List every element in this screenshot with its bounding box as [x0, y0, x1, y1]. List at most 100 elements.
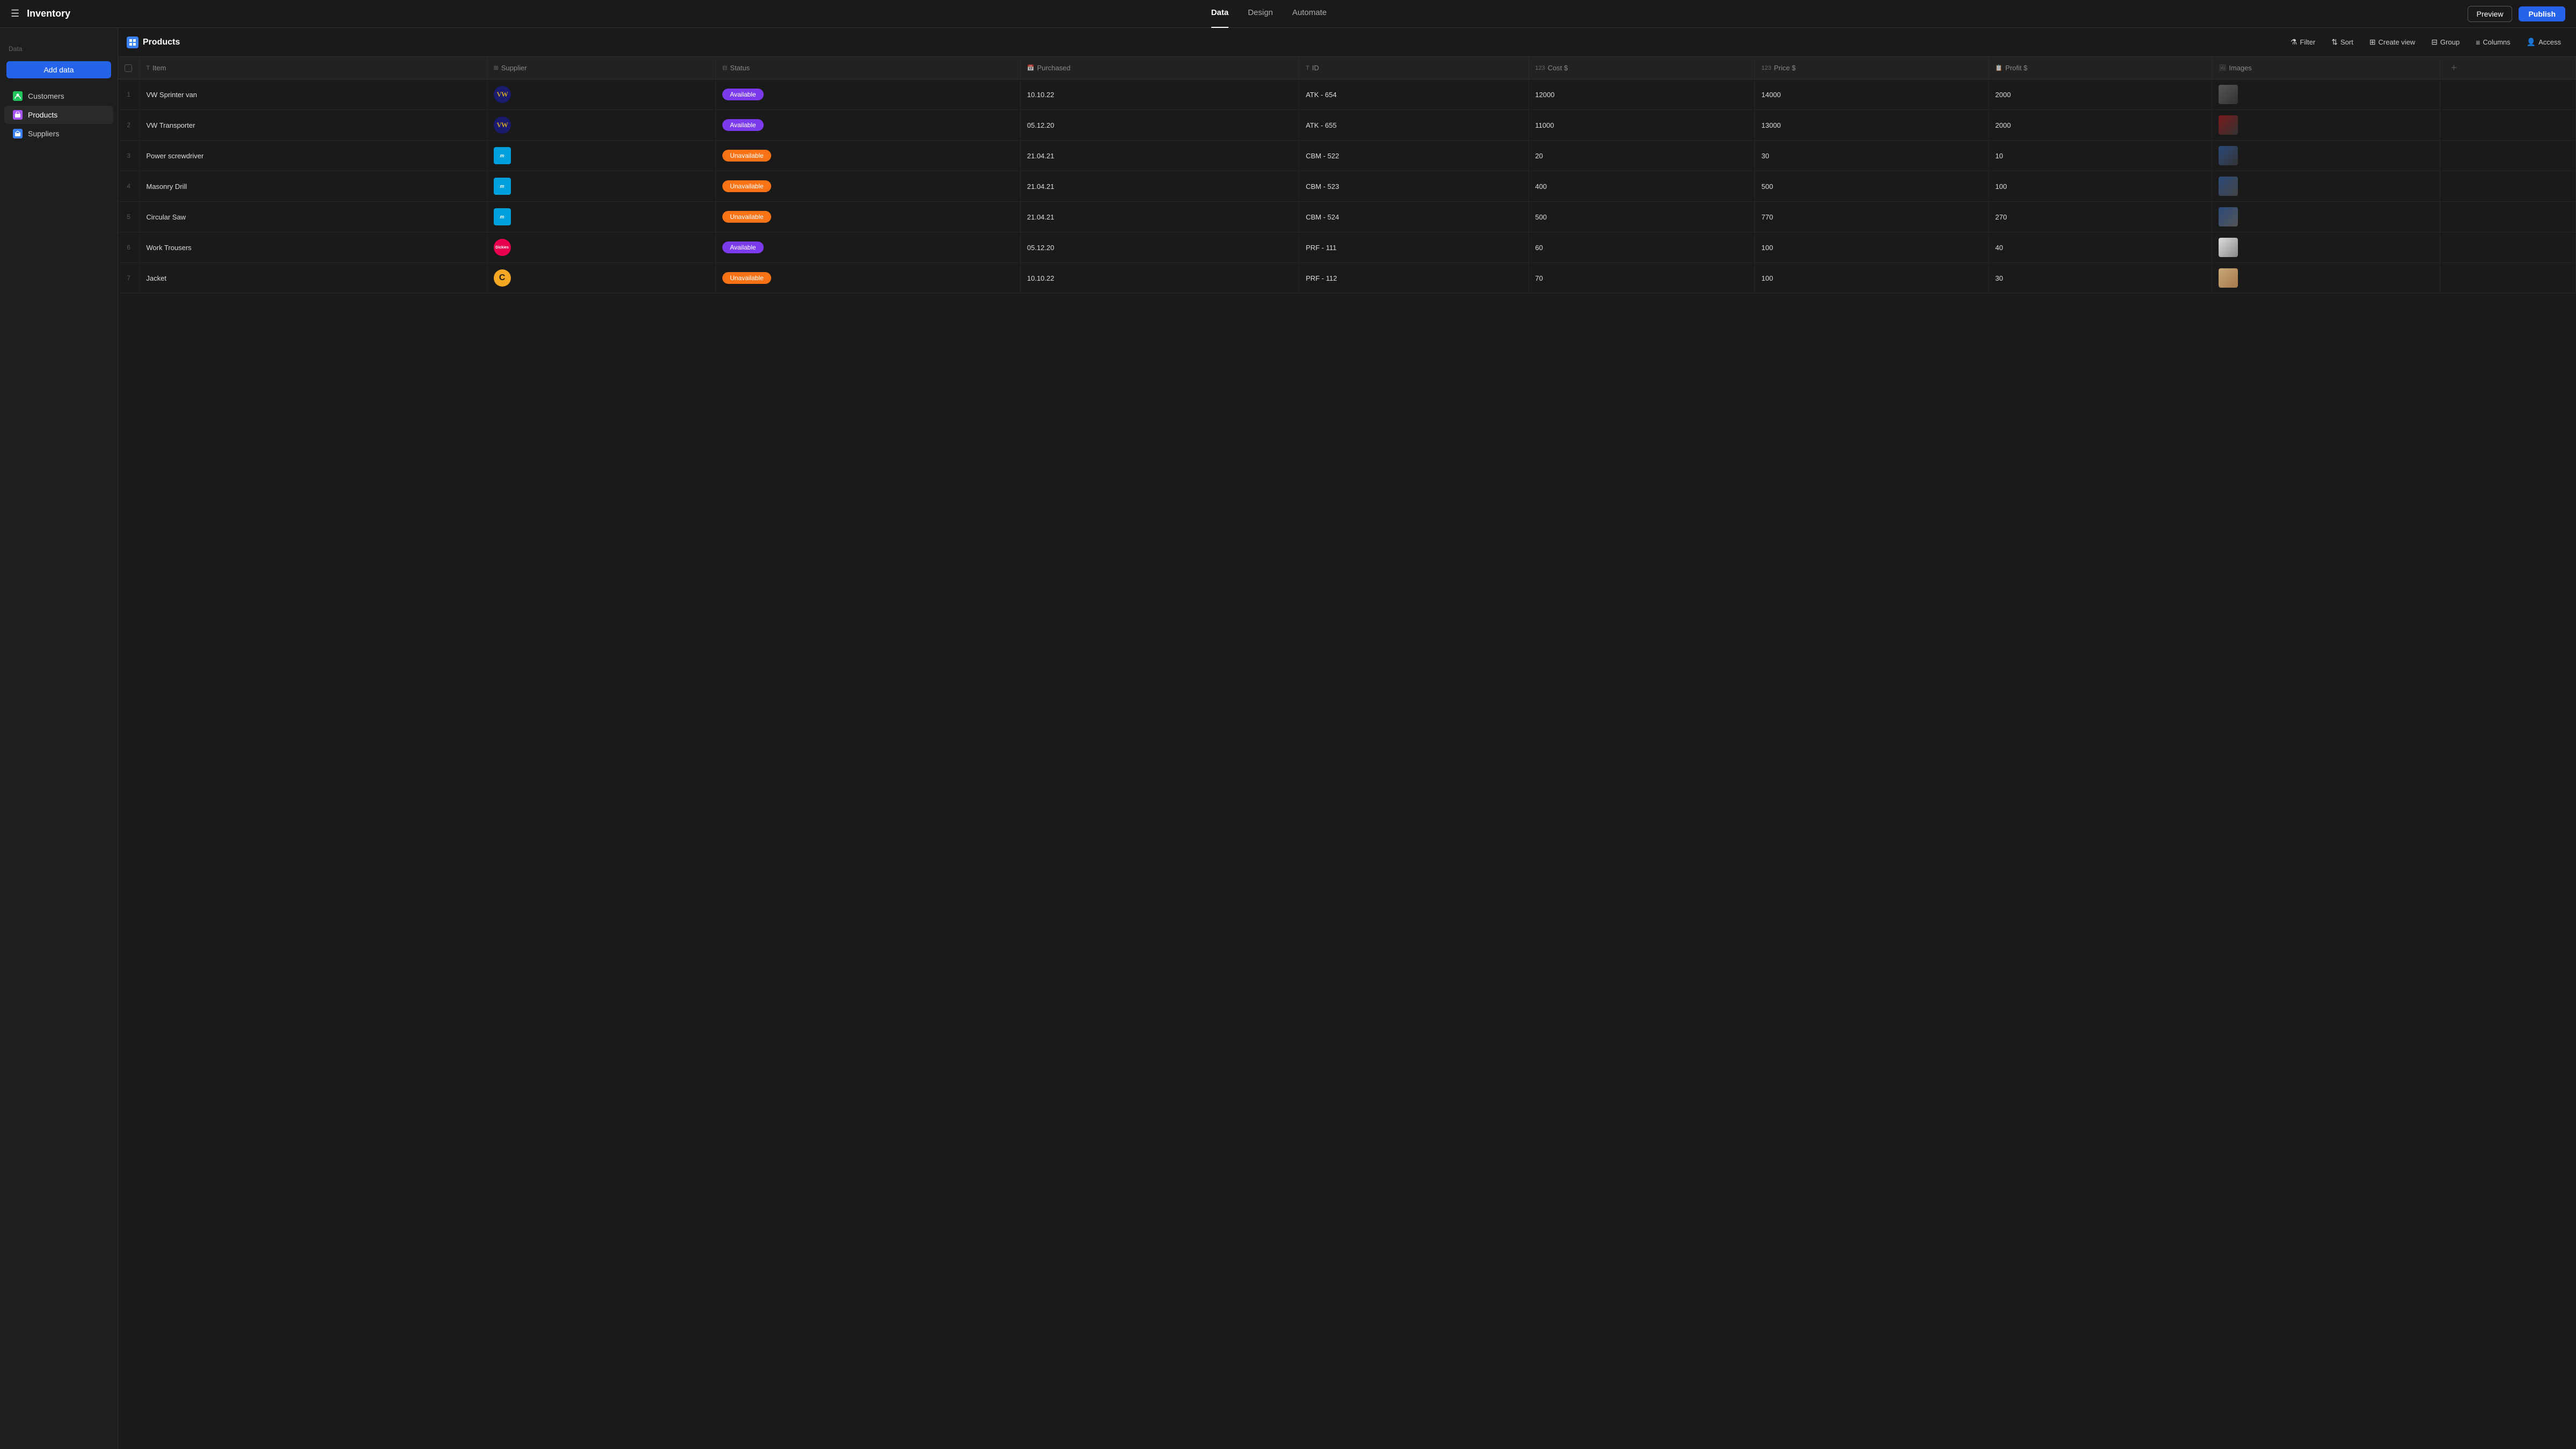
- col-header-purchased[interactable]: 📅 Purchased: [1020, 57, 1299, 79]
- cell-item[interactable]: Jacket: [140, 263, 487, 294]
- topbar-right: Preview Publish: [2468, 6, 2565, 22]
- id-col-icon: T: [1306, 65, 1309, 71]
- supplier-logo: m: [494, 147, 511, 164]
- table-row: 6 Work Trousers Dickies Available 05.12.…: [118, 232, 2576, 263]
- col-header-profit[interactable]: 📋 Profit $: [1988, 57, 2212, 79]
- tab-automate[interactable]: Automate: [1292, 8, 1327, 19]
- col-header-status[interactable]: ⊟ Status: [716, 57, 1021, 79]
- cell-cost: 400: [1528, 171, 1755, 202]
- cell-item[interactable]: VW Sprinter van: [140, 79, 487, 110]
- app-title: Inventory: [27, 8, 70, 19]
- cell-supplier: VW: [487, 79, 715, 110]
- cell-images: [2212, 263, 2440, 294]
- toolbar-actions: ⚗ Filter ⇅ Sort ⊞ Create view ⊟ Group ≡: [2284, 34, 2567, 50]
- col-header-supplier[interactable]: ⊞ Supplier: [487, 57, 715, 79]
- cell-extra: [2440, 202, 2576, 232]
- image-thumbnail: [2219, 177, 2238, 196]
- cell-cost: 70: [1528, 263, 1755, 294]
- cell-id: ATK - 654: [1299, 79, 1528, 110]
- add-column-button[interactable]: +: [2447, 62, 2461, 74]
- col-header-add[interactable]: +: [2440, 57, 2576, 79]
- cell-cost: 500: [1528, 202, 1755, 232]
- cell-item[interactable]: VW Transporter: [140, 110, 487, 141]
- col-header-item[interactable]: T Item: [140, 57, 487, 79]
- cell-supplier: m: [487, 171, 715, 202]
- cell-cost: 60: [1528, 232, 1755, 263]
- cost-col-icon: 123: [1535, 65, 1545, 71]
- cell-profit: 2000: [1988, 110, 2212, 141]
- cell-status: Unavailable: [716, 141, 1021, 171]
- row-number: 7: [118, 263, 140, 294]
- cell-cost: 12000: [1528, 79, 1755, 110]
- cell-profit: 10: [1988, 141, 2212, 171]
- cell-status: Available: [716, 79, 1021, 110]
- cell-status: Unavailable: [716, 202, 1021, 232]
- sort-icon: ⇅: [2331, 38, 2338, 47]
- access-button[interactable]: 👤 Access: [2520, 34, 2567, 50]
- status-badge: Unavailable: [722, 180, 771, 192]
- checkbox-header: [118, 57, 140, 79]
- cell-id: CBM - 522: [1299, 141, 1528, 171]
- image-thumbnail: [2219, 268, 2238, 288]
- cell-status: Unavailable: [716, 263, 1021, 294]
- layout: Data Add data Customers Products: [0, 28, 2576, 1449]
- image-thumbnail: [2219, 85, 2238, 104]
- cell-item[interactable]: Masonry Drill: [140, 171, 487, 202]
- cell-item[interactable]: Work Trousers: [140, 232, 487, 263]
- cell-supplier: m: [487, 202, 715, 232]
- columns-button[interactable]: ≡ Columns: [2469, 35, 2516, 50]
- preview-button[interactable]: Preview: [2468, 6, 2513, 22]
- group-button[interactable]: ⊟ Group: [2425, 34, 2466, 50]
- cell-id: CBM - 524: [1299, 202, 1528, 232]
- cell-supplier: C: [487, 263, 715, 294]
- col-header-cost[interactable]: 123 Cost $: [1528, 57, 1755, 79]
- create-view-icon: ⊞: [2369, 38, 2376, 47]
- topbar-left: ☰ Inventory: [11, 8, 70, 19]
- cell-status: Available: [716, 110, 1021, 141]
- customers-icon: [13, 91, 23, 101]
- suppliers-label: Suppliers: [28, 129, 59, 138]
- table-title: Products: [143, 38, 180, 47]
- cell-price: 770: [1755, 202, 1989, 232]
- cell-id: ATK - 655: [1299, 110, 1528, 141]
- cell-item[interactable]: Circular Saw: [140, 202, 487, 232]
- cell-extra: [2440, 263, 2576, 294]
- col-header-price[interactable]: 123 Price $: [1755, 57, 1989, 79]
- add-data-button[interactable]: Add data: [6, 61, 111, 78]
- publish-button[interactable]: Publish: [2519, 6, 2565, 21]
- cell-price: 14000: [1755, 79, 1989, 110]
- access-icon: 👤: [2527, 38, 2536, 47]
- col-header-images[interactable]: 🖼 Images: [2212, 57, 2440, 79]
- status-badge: Available: [722, 241, 763, 253]
- cell-images: [2212, 79, 2440, 110]
- row-number: 1: [118, 79, 140, 110]
- row-number: 5: [118, 202, 140, 232]
- supplier-logo: VW: [494, 86, 511, 103]
- sidebar-item-customers[interactable]: Customers: [4, 87, 113, 105]
- cell-supplier: m: [487, 141, 715, 171]
- table-row: 7 Jacket C Unavailable 10.10.22 PRF - 11…: [118, 263, 2576, 294]
- cell-supplier: VW: [487, 110, 715, 141]
- cell-profit: 40: [1988, 232, 2212, 263]
- menu-icon[interactable]: ☰: [11, 8, 19, 19]
- tab-design[interactable]: Design: [1248, 8, 1273, 19]
- sidebar: Data Add data Customers Products: [0, 28, 118, 1449]
- cell-purchased: 10.10.22: [1020, 79, 1299, 110]
- create-view-button[interactable]: ⊞ Create view: [2363, 34, 2421, 50]
- cell-item[interactable]: Power screwdriver: [140, 141, 487, 171]
- table-container: T Item ⊞ Supplier ⊟: [118, 57, 2576, 1449]
- select-all-checkbox[interactable]: [125, 64, 132, 72]
- supplier-logo: VW: [494, 116, 511, 134]
- col-header-id[interactable]: T ID: [1299, 57, 1528, 79]
- sort-button[interactable]: ⇅ Sort: [2325, 34, 2360, 50]
- filter-icon: ⚗: [2290, 38, 2297, 47]
- cell-price: 30: [1755, 141, 1989, 171]
- sidebar-item-suppliers[interactable]: Suppliers: [4, 125, 113, 143]
- tab-data[interactable]: Data: [1211, 8, 1229, 19]
- main-content: Products ⚗ Filter ⇅ Sort ⊞ Create view ⊟…: [118, 28, 2576, 1449]
- table-row: 1 VW Sprinter van VW Available 10.10.22 …: [118, 79, 2576, 110]
- supplier-col-icon: ⊞: [494, 64, 499, 71]
- row-number: 2: [118, 110, 140, 141]
- filter-button[interactable]: ⚗ Filter: [2284, 34, 2322, 50]
- sidebar-item-products[interactable]: Products: [4, 106, 113, 124]
